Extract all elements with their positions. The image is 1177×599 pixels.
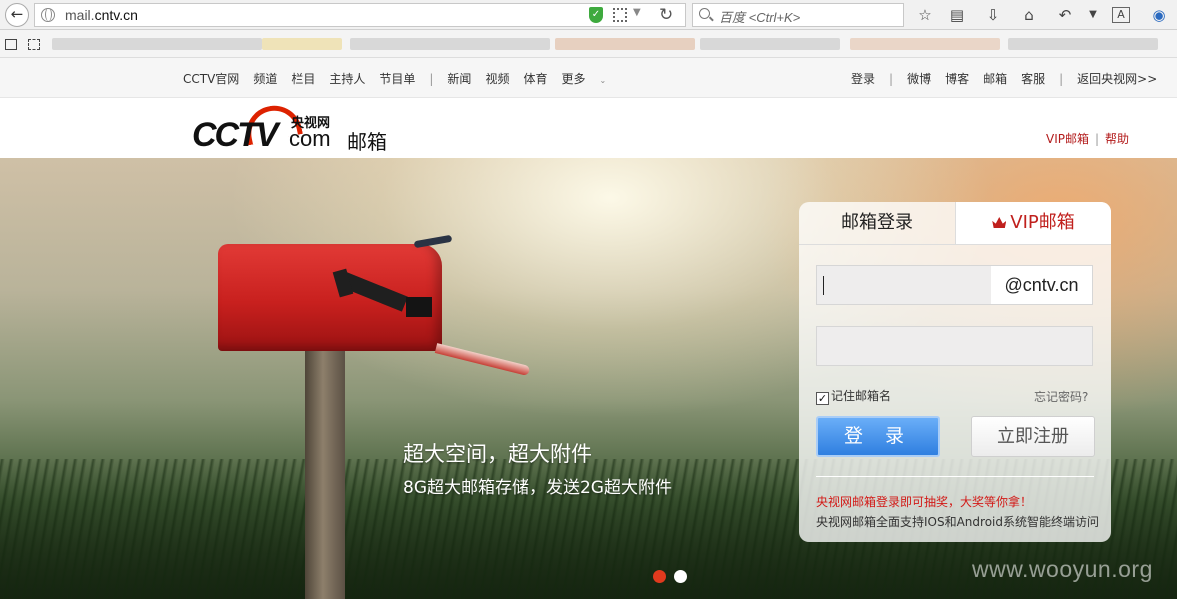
remember-checkbox[interactable]: ✓ [816, 392, 829, 405]
search-input[interactable]: 百度 <Ctrl+K> [692, 3, 904, 27]
password-field[interactable] [816, 326, 1093, 366]
nav-separator: | [429, 72, 434, 86]
extension-icon[interactable]: ◉ [1148, 4, 1170, 26]
domain-suffix: @cntv.cn [991, 265, 1093, 305]
shield-icon[interactable]: ✓ [589, 7, 603, 23]
mailbox-latch [406, 297, 432, 317]
remember-label: 记住邮箱名 [831, 389, 892, 403]
cctv-mail-logo[interactable]: CCTV 央视网 com 邮箱 [192, 100, 402, 154]
bookmark-item[interactable] [850, 38, 1000, 50]
logo-mail-text: 邮箱 [347, 130, 387, 154]
tab-vip-label: VIP邮箱 [1010, 212, 1075, 233]
remember-me[interactable]: ✓ 记住邮箱名 [816, 387, 891, 405]
grid-icon[interactable] [28, 39, 40, 50]
crown-icon [992, 217, 1007, 228]
register-button[interactable]: 立即注册 [971, 416, 1095, 457]
tab-vip-mail[interactable]: VIP邮箱 [955, 202, 1111, 244]
forgot-password-link[interactable]: 忘记密码? [1034, 388, 1088, 405]
nav-link-schedule[interactable]: 节目单 [379, 70, 415, 87]
login-button[interactable]: 登 录 [816, 416, 940, 457]
bookmark-item[interactable] [52, 38, 262, 50]
search-placeholder: 百度 <Ctrl+K> [719, 10, 801, 25]
undo-icon[interactable]: ↶ [1054, 4, 1076, 26]
support-text: 央视网邮箱全面支持IOS和Android系统智能终端访问 [816, 515, 1099, 529]
url-text: mail.cntv.cn [65, 7, 138, 23]
nav-link-columns[interactable]: 栏目 [291, 70, 315, 87]
translate-icon[interactable]: A [1112, 7, 1130, 23]
tab-mail-login[interactable]: 邮箱登录 [799, 202, 955, 244]
chevron-down-icon[interactable]: ▼ [633, 7, 641, 18]
logo-com-text: com [289, 126, 331, 151]
login-panel: 邮箱登录 VIP邮箱 @cntv.cn ✓ 记住邮箱名 忘记密码? 登 录 立即注… [799, 202, 1111, 542]
nav-link-weibo[interactable]: 微博 [907, 70, 931, 87]
sidebar-icon[interactable] [5, 39, 17, 50]
username-field[interactable] [816, 265, 992, 305]
back-icon[interactable]: ← [5, 3, 29, 27]
slide-indicators [653, 570, 695, 586]
nav-separator: | [889, 72, 894, 86]
star-icon[interactable]: ☆ [914, 4, 936, 26]
nav-link-login[interactable]: 登录 [851, 70, 875, 87]
hero-banner: 超大空间，超大附件 8G超大邮箱存储，发送2G超大附件 www.wooyun.o… [0, 158, 1177, 599]
bookmark-item[interactable] [700, 38, 840, 50]
qr-code-icon[interactable] [613, 8, 627, 22]
promo-link[interactable]: 央视网邮箱登录即可抽奖，大奖等你拿！ [816, 493, 1032, 510]
reload-icon[interactable]: ↻ [659, 5, 673, 25]
hero-title: 超大空间，超大附件 [403, 442, 592, 466]
nav-link-hosts[interactable]: 主持人 [329, 70, 365, 87]
tabs-divider [799, 244, 1111, 245]
search-icon [699, 8, 710, 19]
header-separator: | [1095, 132, 1100, 146]
nav-link-channels[interactable]: 频道 [253, 70, 277, 87]
browser-toolbar: ← mail.cntv.cn ✓ ▼ ↻ 百度 <Ctrl+K> ☆ ▤ ⇩ ⌂… [0, 0, 1177, 30]
nav-link-blog[interactable]: 博客 [945, 70, 969, 87]
mailbox-post [305, 348, 345, 599]
address-bar[interactable]: mail.cntv.cn ✓ ▼ ↻ [34, 3, 686, 27]
nav-link-mail[interactable]: 邮箱 [983, 70, 1007, 87]
chevron-down-icon: ⌄ [599, 76, 607, 85]
slide-dot-1[interactable] [653, 570, 666, 583]
nav-link-video[interactable]: 视频 [485, 70, 509, 87]
download-icon[interactable]: ⇩ [982, 4, 1004, 26]
globe-icon [41, 8, 55, 22]
panel-divider [816, 476, 1094, 477]
nav-link-cctv[interactable]: CCTV官网 [183, 70, 239, 87]
watermark: www.wooyun.org [972, 556, 1153, 582]
mail-header: CCTV 央视网 com 邮箱 VIP邮箱 | 帮助 [0, 98, 1177, 158]
bookmark-item[interactable] [350, 38, 550, 50]
bird-icon [413, 234, 453, 249]
bookmark-item[interactable] [555, 38, 695, 50]
bookmark-item[interactable] [262, 38, 342, 50]
header-links: VIP邮箱 | 帮助 [1046, 130, 1129, 147]
hero-subtitle: 8G超大邮箱存储，发送2G超大附件 [403, 478, 672, 498]
mailbox-door [434, 343, 531, 377]
text-caret [823, 276, 824, 295]
vip-mail-link[interactable]: VIP邮箱 [1046, 132, 1089, 146]
nav-separator: | [1059, 72, 1064, 86]
nav-link-news[interactable]: 新闻 [447, 70, 471, 87]
clipboard-icon[interactable]: ▤ [946, 4, 968, 26]
nav-left: CCTV官网 频道 栏目 主持人 节目单 | 新闻 视频 体育 更多 ⌄ [183, 70, 634, 87]
bookmark-item[interactable] [1008, 38, 1158, 50]
site-top-nav: CCTV官网 频道 栏目 主持人 节目单 | 新闻 视频 体育 更多 ⌄ 登录 | 微博 博客 邮箱 客服 | 返… [0, 58, 1177, 98]
slide-dot-2[interactable] [674, 570, 687, 583]
home-icon[interactable]: ⌂ [1018, 4, 1040, 26]
nav-right: 登录 | 微博 博客 邮箱 客服 | 返回央视网>> [851, 70, 1157, 87]
chevron-down-icon[interactable]: ▼ [1082, 4, 1104, 26]
logo-cctv-text: CCTV [192, 116, 279, 154]
bookmark-bar [0, 30, 1177, 58]
nav-link-back-home[interactable]: 返回央视网>> [1077, 70, 1157, 87]
help-link[interactable]: 帮助 [1105, 132, 1129, 146]
nav-link-more[interactable]: 更多 ⌄ [561, 70, 620, 87]
nav-link-sports[interactable]: 体育 [523, 70, 547, 87]
nav-link-service[interactable]: 客服 [1021, 70, 1045, 87]
